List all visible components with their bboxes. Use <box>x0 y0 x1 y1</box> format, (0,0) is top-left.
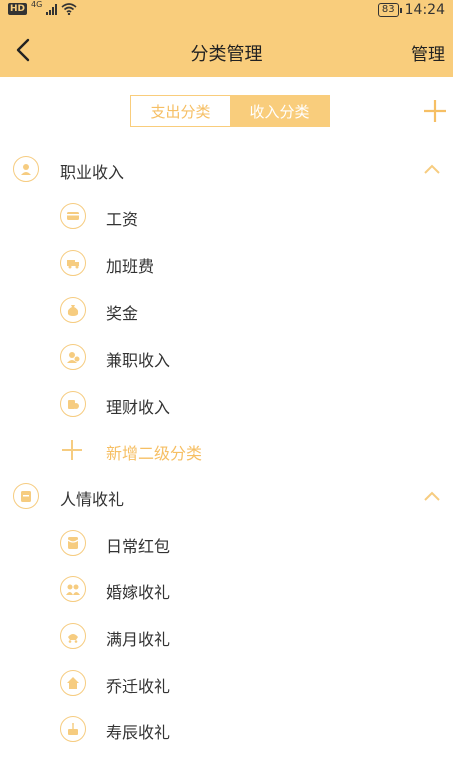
cake-icon <box>60 716 86 742</box>
app-header: HD 4G 83 14:24 分类管理 管理 <box>0 0 453 77</box>
add-category-icon[interactable] <box>421 97 449 125</box>
status-bar: HD 4G 83 14:24 <box>0 0 453 24</box>
list-item[interactable]: 奖金 <box>0 288 453 332</box>
subcategory-label: 乔迁收礼 <box>106 677 171 696</box>
subcategory-label: 满月收礼 <box>106 630 171 649</box>
truck-icon <box>60 250 86 276</box>
person-coin-icon <box>60 344 86 370</box>
house-icon <box>60 670 86 696</box>
subcategory-label: 兼职收入 <box>106 351 171 370</box>
couple-icon <box>60 576 86 602</box>
signal-icon <box>46 3 58 15</box>
list-item[interactable]: 加班费 <box>0 241 453 285</box>
add-subcategory-row[interactable]: 新增二级分类 <box>0 428 453 472</box>
subcategory-label: 工资 <box>106 210 139 229</box>
list-item[interactable]: 工资 <box>0 194 453 238</box>
subcategory-label: 加班费 <box>106 257 155 276</box>
category-type-switch: 支出分类 收入分类 <box>130 95 330 127</box>
list-item[interactable]: 理财收入 <box>0 382 453 426</box>
plus-icon <box>62 440 82 460</box>
hd-badge: HD <box>8 3 28 15</box>
manage-button[interactable]: 管理 <box>411 40 445 65</box>
list-item[interactable]: 婚嫁收礼 <box>0 567 453 611</box>
list-item[interactable]: 兼职收入 <box>0 335 453 379</box>
tab-expense[interactable]: 支出分类 <box>131 96 230 126</box>
clock: 14:24 <box>404 2 445 18</box>
chevron-up-icon[interactable] <box>423 163 441 175</box>
list-item[interactable]: 寿辰收礼 <box>0 707 453 751</box>
list-item[interactable]: 日常红包 <box>0 521 453 565</box>
network-type: 4G <box>31 0 43 9</box>
person-icon <box>13 156 39 182</box>
subcategory-label: 奖金 <box>106 304 139 323</box>
subcategory-label: 日常红包 <box>106 537 171 556</box>
moneybag-icon <box>60 297 86 323</box>
card-icon <box>60 203 86 229</box>
chevron-up-icon[interactable] <box>423 490 441 502</box>
subcategory-label: 理财收入 <box>106 398 171 417</box>
list-item[interactable]: 满月收礼 <box>0 614 453 658</box>
subcategory-label: 寿辰收礼 <box>106 723 171 742</box>
subcategory-label: 婚嫁收礼 <box>106 583 171 602</box>
page-title: 分类管理 <box>190 44 263 65</box>
baby-icon <box>60 623 86 649</box>
tab-income[interactable]: 收入分类 <box>230 96 329 126</box>
list-item[interactable]: 乔迁收礼 <box>0 661 453 705</box>
nav-bar: 分类管理 管理 <box>0 28 453 74</box>
finance-icon <box>60 391 86 417</box>
wifi-icon <box>61 3 77 15</box>
category-label: 职业收入 <box>60 163 125 182</box>
category-row[interactable]: 人情收礼 <box>0 474 453 518</box>
add-subcategory-label: 新增二级分类 <box>106 444 203 463</box>
category-row[interactable]: 职业收入 <box>0 147 453 191</box>
category-label: 人情收礼 <box>60 490 125 509</box>
gift-icon <box>13 483 39 509</box>
red-envelope-icon <box>60 530 86 556</box>
battery-indicator: 83 <box>377 3 402 17</box>
